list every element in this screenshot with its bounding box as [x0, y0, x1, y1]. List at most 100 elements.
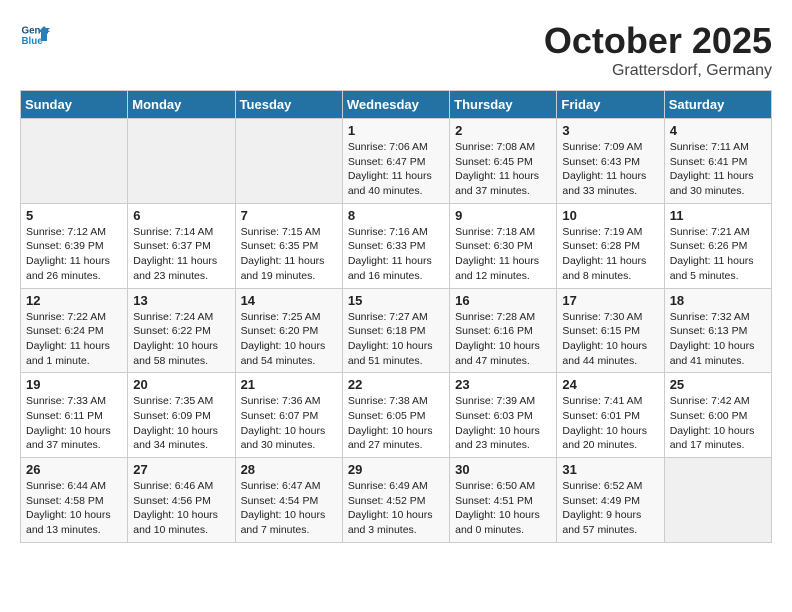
- calendar-cell: [664, 458, 771, 543]
- calendar-cell: 10 Sunrise: 7:19 AMSunset: 6:28 PMDayligh…: [557, 203, 664, 288]
- day-info: Sunrise: 7:28 AMSunset: 6:16 PMDaylight:…: [455, 310, 551, 369]
- day-number: 22: [348, 377, 444, 392]
- day-info: Sunrise: 6:46 AMSunset: 4:56 PMDaylight:…: [133, 479, 229, 538]
- day-info: Sunrise: 7:18 AMSunset: 6:30 PMDaylight:…: [455, 225, 551, 284]
- calendar-cell: 24Sunrise: 7:41 AMSunset: 6:01 PMDayligh…: [557, 373, 664, 458]
- day-info: Sunrise: 7:25 AMSunset: 6:20 PMDaylight:…: [241, 310, 337, 369]
- calendar-week-row: 5Sunrise: 7:12 AMSunset: 6:39 PMDaylight…: [21, 203, 772, 288]
- day-number: 2: [455, 123, 551, 138]
- day-info: Sunrise: 7:36 AMSunset: 6:07 PMDaylight:…: [241, 394, 337, 453]
- calendar-week-row: 26Sunrise: 6:44 AMSunset: 4:58 PMDayligh…: [21, 458, 772, 543]
- calendar-cell: 20 Sunrise: 7:35 AMSunset: 6:09 PMDayligh…: [128, 373, 235, 458]
- day-number: 17: [562, 293, 658, 308]
- day-info: Sunrise: 7:14 AMSunset: 6:37 PMDaylight:…: [133, 225, 229, 284]
- day-info: Sunrise: 7:33 AMSunset: 6:11 PMDaylight:…: [26, 394, 122, 453]
- calendar-cell: 30 Sunrise: 6:50 AMSunset: 4:51 PMDayligh…: [450, 458, 557, 543]
- day-number: 7: [241, 208, 337, 223]
- day-number: 21: [241, 377, 337, 392]
- day-info: Sunrise: 6:49 AMSunset: 4:52 PMDaylight:…: [348, 479, 444, 538]
- day-info: Sunrise: 7:06 AMSunset: 6:47 PMDaylight:…: [348, 140, 444, 199]
- calendar-cell: 13 Sunrise: 7:24 AMSunset: 6:22 PMDayligh…: [128, 288, 235, 373]
- calendar-cell: [128, 119, 235, 204]
- day-number: 26: [26, 462, 122, 477]
- day-info: Sunrise: 7:19 AMSunset: 6:28 PMDaylight:…: [562, 225, 658, 284]
- day-info: Sunrise: 7:24 AMSunset: 6:22 PMDaylight:…: [133, 310, 229, 369]
- day-info: Sunrise: 7:08 AMSunset: 6:45 PMDaylight:…: [455, 140, 551, 199]
- calendar-week-row: 19 Sunrise: 7:33 AMSunset: 6:11 PMDayligh…: [21, 373, 772, 458]
- day-number: 6: [133, 208, 229, 223]
- weekday-header-monday: Monday: [128, 91, 235, 119]
- calendar-cell: 14 Sunrise: 7:25 AMSunset: 6:20 PMDayligh…: [235, 288, 342, 373]
- calendar-cell: 7 Sunrise: 7:15 AMSunset: 6:35 PMDaylight…: [235, 203, 342, 288]
- calendar-cell: 26Sunrise: 6:44 AMSunset: 4:58 PMDayligh…: [21, 458, 128, 543]
- weekday-header-sunday: Sunday: [21, 91, 128, 119]
- day-info: Sunrise: 7:32 AMSunset: 6:13 PMDaylight:…: [670, 310, 766, 369]
- calendar-cell: 3 Sunrise: 7:09 AMSunset: 6:43 PMDaylight…: [557, 119, 664, 204]
- day-info: Sunrise: 7:35 AMSunset: 6:09 PMDaylight:…: [133, 394, 229, 453]
- day-info: Sunrise: 6:52 AMSunset: 4:49 PMDaylight:…: [562, 479, 658, 538]
- weekday-header-row: SundayMondayTuesdayWednesdayThursdayFrid…: [21, 91, 772, 119]
- svg-text:Blue: Blue: [22, 36, 44, 47]
- calendar-cell: 22 Sunrise: 7:38 AMSunset: 6:05 PMDayligh…: [342, 373, 449, 458]
- day-number: 14: [241, 293, 337, 308]
- weekday-header-thursday: Thursday: [450, 91, 557, 119]
- day-info: Sunrise: 7:09 AMSunset: 6:43 PMDaylight:…: [562, 140, 658, 199]
- day-number: 11: [670, 208, 766, 223]
- day-number: 24: [562, 377, 658, 392]
- day-number: 1: [348, 123, 444, 138]
- day-info: Sunrise: 7:11 AMSunset: 6:41 PMDaylight:…: [670, 140, 766, 199]
- day-number: 23: [455, 377, 551, 392]
- calendar-cell: 6 Sunrise: 7:14 AMSunset: 6:37 PMDaylight…: [128, 203, 235, 288]
- weekday-header-friday: Friday: [557, 91, 664, 119]
- calendar-week-row: 12Sunrise: 7:22 AMSunset: 6:24 PMDayligh…: [21, 288, 772, 373]
- day-info: Sunrise: 7:15 AMSunset: 6:35 PMDaylight:…: [241, 225, 337, 284]
- calendar-cell: 27 Sunrise: 6:46 AMSunset: 4:56 PMDayligh…: [128, 458, 235, 543]
- day-number: 8: [348, 208, 444, 223]
- day-info: Sunrise: 7:16 AMSunset: 6:33 PMDaylight:…: [348, 225, 444, 284]
- day-number: 3: [562, 123, 658, 138]
- title-block: October 2025 Grattersdorf, Germany: [544, 20, 772, 80]
- calendar-cell: 28 Sunrise: 6:47 AMSunset: 4:54 PMDayligh…: [235, 458, 342, 543]
- day-info: Sunrise: 7:21 AMSunset: 6:26 PMDaylight:…: [670, 225, 766, 284]
- day-number: 13: [133, 293, 229, 308]
- day-number: 19: [26, 377, 122, 392]
- logo: General Blue: [20, 20, 54, 50]
- calendar-cell: 2 Sunrise: 7:08 AMSunset: 6:45 PMDaylight…: [450, 119, 557, 204]
- day-number: 25: [670, 377, 766, 392]
- calendar-cell: 16 Sunrise: 7:28 AMSunset: 6:16 PMDayligh…: [450, 288, 557, 373]
- calendar-cell: 25Sunrise: 7:42 AMSunset: 6:00 PMDayligh…: [664, 373, 771, 458]
- logo-icon: General Blue: [20, 20, 50, 50]
- calendar-week-row: 1 Sunrise: 7:06 AMSunset: 6:47 PMDaylight…: [21, 119, 772, 204]
- calendar-cell: 15Sunrise: 7:27 AMSunset: 6:18 PMDayligh…: [342, 288, 449, 373]
- calendar-cell: [21, 119, 128, 204]
- day-number: 10: [562, 208, 658, 223]
- weekday-header-tuesday: Tuesday: [235, 91, 342, 119]
- day-info: Sunrise: 7:38 AMSunset: 6:05 PMDaylight:…: [348, 394, 444, 453]
- day-info: Sunrise: 6:47 AMSunset: 4:54 PMDaylight:…: [241, 479, 337, 538]
- calendar-cell: 21 Sunrise: 7:36 AMSunset: 6:07 PMDayligh…: [235, 373, 342, 458]
- day-info: Sunrise: 6:50 AMSunset: 4:51 PMDaylight:…: [455, 479, 551, 538]
- month-year-title: October 2025: [544, 20, 772, 62]
- location-subtitle: Grattersdorf, Germany: [544, 62, 772, 80]
- page-header: General Blue October 2025 Grattersdorf, …: [20, 20, 772, 80]
- day-number: 28: [241, 462, 337, 477]
- calendar-cell: 11 Sunrise: 7:21 AMSunset: 6:26 PMDayligh…: [664, 203, 771, 288]
- day-number: 30: [455, 462, 551, 477]
- calendar-cell: 19 Sunrise: 7:33 AMSunset: 6:11 PMDayligh…: [21, 373, 128, 458]
- day-number: 20: [133, 377, 229, 392]
- day-number: 29: [348, 462, 444, 477]
- day-info: Sunrise: 7:39 AMSunset: 6:03 PMDaylight:…: [455, 394, 551, 453]
- day-number: 16: [455, 293, 551, 308]
- calendar-cell: 23 Sunrise: 7:39 AMSunset: 6:03 PMDayligh…: [450, 373, 557, 458]
- calendar-cell: 4 Sunrise: 7:11 AMSunset: 6:41 PMDaylight…: [664, 119, 771, 204]
- day-number: 9: [455, 208, 551, 223]
- weekday-header-wednesday: Wednesday: [342, 91, 449, 119]
- calendar-cell: 29 Sunrise: 6:49 AMSunset: 4:52 PMDayligh…: [342, 458, 449, 543]
- day-info: Sunrise: 7:12 AMSunset: 6:39 PMDaylight:…: [26, 225, 122, 284]
- day-number: 4: [670, 123, 766, 138]
- calendar-cell: 31 Sunrise: 6:52 AMSunset: 4:49 PMDayligh…: [557, 458, 664, 543]
- day-info: Sunrise: 7:27 AMSunset: 6:18 PMDaylight:…: [348, 310, 444, 369]
- day-number: 31: [562, 462, 658, 477]
- calendar-cell: 18Sunrise: 7:32 AMSunset: 6:13 PMDayligh…: [664, 288, 771, 373]
- day-number: 27: [133, 462, 229, 477]
